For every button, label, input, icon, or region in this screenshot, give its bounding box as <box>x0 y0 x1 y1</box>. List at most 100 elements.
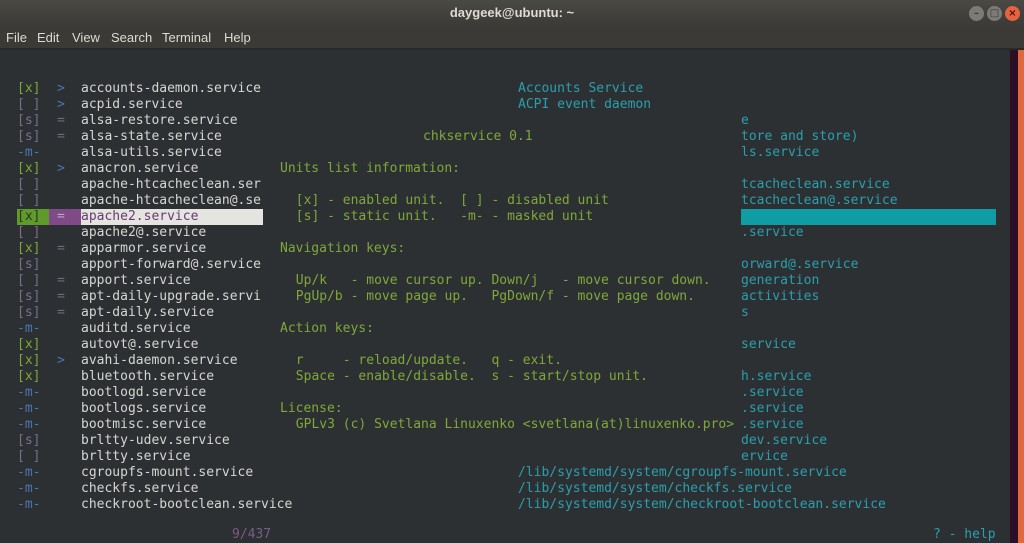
unit-state-mark[interactable]: -m- <box>17 465 40 481</box>
unit-name[interactable]: apparmor.service <box>81 241 206 257</box>
help-line: [s] - static unit. -m- - masked unit <box>295 209 594 224</box>
menu-view[interactable]: View <box>72 30 100 45</box>
unit-name[interactable]: checkroot-bootclean.service <box>81 497 292 513</box>
unit-description: dev.service <box>741 433 828 448</box>
unit-state-mark[interactable]: [s] <box>17 113 40 129</box>
menu-search[interactable]: Search <box>111 30 152 45</box>
unit-name[interactable]: apt-daily-upgrade.servi <box>81 289 261 305</box>
unit-name[interactable]: bootlogd.service <box>81 385 206 401</box>
menu-help[interactable]: Help <box>224 30 251 45</box>
unit-state-mark[interactable]: [x] <box>17 161 40 177</box>
unit-description: orward@.service <box>741 257 859 272</box>
unit-run-indicator: > <box>57 97 65 112</box>
unit-name[interactable]: apache-htcacheclean@.se <box>81 193 261 209</box>
desktop-edge <box>1018 50 1024 543</box>
menu-edit[interactable]: Edit <box>37 30 59 45</box>
help-heading: Units list information: <box>280 161 461 176</box>
unit-name[interactable]: alsa-utils.service <box>81 145 222 161</box>
unit-name[interactable]: alsa-state.service <box>81 129 222 145</box>
unit-name[interactable]: alsa-restore.service <box>81 113 238 129</box>
unit-state-mark[interactable]: [ ] <box>17 97 40 113</box>
close-icon[interactable]: × <box>1005 6 1020 21</box>
unit-state-mark[interactable]: [ ] <box>17 193 40 209</box>
unit-run-indicator: = <box>57 305 65 320</box>
unit-run-indicator: > <box>57 161 65 176</box>
unit-description: .service <box>741 401 804 416</box>
unit-state-mark[interactable]: [s] <box>17 289 40 305</box>
unit-state-mark[interactable]: -m- <box>17 401 40 417</box>
unit-state-mark[interactable]: [ ] <box>17 225 40 241</box>
unit-run-indicator: > <box>57 353 65 368</box>
minimize-icon[interactable]: – <box>969 6 984 21</box>
unit-state-mark[interactable]: -m- <box>17 497 40 513</box>
unit-description: /lib/systemd/system/checkfs.service <box>518 481 792 496</box>
title-bar: daygeek@ubuntu: ~ – □ × <box>0 0 1024 27</box>
unit-state-mark[interactable]: [s] <box>17 129 40 145</box>
unit-state-mark[interactable]: [x] <box>17 337 40 353</box>
unit-description: tcacheclean@.service <box>741 193 898 208</box>
unit-state-mark[interactable]: [s] <box>17 257 40 273</box>
unit-name[interactable]: apache2@.service <box>81 225 206 241</box>
menu-file[interactable]: File <box>6 30 27 45</box>
unit-name[interactable]: anacron.service <box>81 161 198 177</box>
maximize-icon[interactable]: □ <box>987 6 1002 21</box>
unit-name[interactable]: apache-htcacheclean.ser <box>81 177 261 193</box>
unit-description: activities <box>741 289 820 304</box>
unit-name[interactable]: autovt@.service <box>81 337 198 353</box>
help-line: r - reload/update. q - exit. <box>295 353 562 368</box>
unit-run-indicator: = <box>57 289 65 304</box>
scrollbar-track[interactable] <box>1010 50 1018 543</box>
unit-name[interactable]: apport.service <box>81 273 191 289</box>
unit-state-mark[interactable]: [x] <box>17 241 40 257</box>
unit-state-mark[interactable]: -m- <box>17 481 40 497</box>
unit-description: h.service <box>741 369 812 384</box>
unit-description: ervice <box>741 449 788 464</box>
help-hint: ? - help <box>933 527 996 542</box>
unit-state-mark[interactable]: -m- <box>17 417 40 433</box>
unit-description: /lib/systemd/system/checkroot-bootclean.… <box>518 497 886 512</box>
unit-name[interactable]: brltty.service <box>81 449 191 465</box>
help-line: Space - enable/disable. s - start/stop u… <box>295 369 648 384</box>
unit-name[interactable]: avahi-daemon.service <box>81 353 238 369</box>
unit-name[interactable]: checkfs.service <box>81 481 198 497</box>
unit-name[interactable]: apport-forward@.service <box>81 257 261 273</box>
window-title: daygeek@ubuntu: ~ <box>449 5 575 20</box>
unit-state-mark[interactable]: [s] <box>17 305 40 321</box>
unit-description: .service <box>741 225 804 240</box>
unit-name[interactable]: bootlogs.service <box>81 401 206 417</box>
unit-run-indicator: = <box>57 241 65 256</box>
unit-description: .service <box>741 417 804 432</box>
unit-state-mark[interactable]: [x] <box>17 81 40 97</box>
unit-state-mark[interactable]: -m- <box>17 321 40 337</box>
unit-description: generation <box>741 273 820 288</box>
unit-description: /lib/systemd/system/cgroupfs-mount.servi… <box>518 465 847 480</box>
help-line: Up/k - move cursor up. Down/j - move cur… <box>295 273 711 288</box>
unit-name[interactable]: auditd.service <box>81 321 191 337</box>
unit-state-mark[interactable]: [ ] <box>17 273 40 289</box>
unit-run-indicator: = <box>57 273 65 288</box>
unit-description: e <box>741 113 749 128</box>
unit-state-mark[interactable]: [s] <box>17 433 40 449</box>
help-heading: Navigation keys: <box>280 241 406 256</box>
unit-name[interactable]: bluetooth.service <box>81 369 214 385</box>
unit-description: tore and store) <box>741 129 859 144</box>
unit-run-indicator: = <box>57 113 65 128</box>
help-line: GPLv3 (c) Svetlana Linuxenko <svetlana(a… <box>295 417 735 432</box>
unit-name[interactable]: apt-daily.service <box>81 305 214 321</box>
unit-state-mark[interactable]: [ ] <box>17 177 40 193</box>
unit-name[interactable]: accounts-daemon.service <box>81 81 261 97</box>
unit-state-mark[interactable]: [ ] <box>17 449 40 465</box>
menu-terminal[interactable]: Terminal <box>162 30 211 45</box>
unit-name[interactable]: bootmisc.service <box>81 417 206 433</box>
unit-state-mark[interactable]: [x] <box>17 369 40 385</box>
unit-state-mark[interactable]: -m- <box>17 385 40 401</box>
unit-name[interactable]: cgroupfs-mount.service <box>81 465 253 481</box>
unit-state-mark[interactable]: [x] <box>17 209 40 225</box>
unit-name[interactable]: brltty-udev.service <box>81 433 230 449</box>
unit-name[interactable]: acpid.service <box>81 97 183 113</box>
unit-state-mark[interactable]: [x] <box>17 353 40 369</box>
unit-state-mark[interactable]: -m- <box>17 145 40 161</box>
unit-description: s <box>741 305 749 320</box>
unit-name[interactable]: apache2.service <box>81 209 198 225</box>
unit-run-indicator: = <box>57 129 65 144</box>
